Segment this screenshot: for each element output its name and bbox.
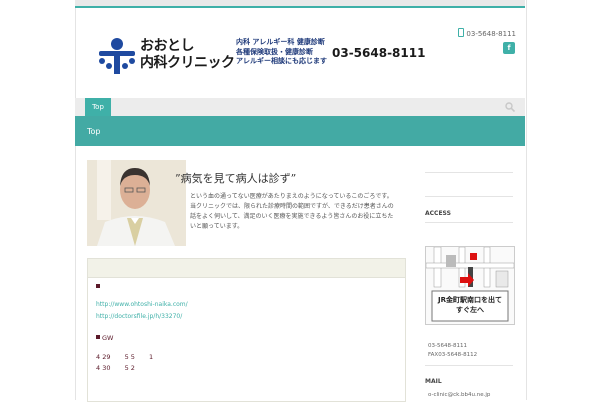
clinic-name-line2: 内科クリニック bbox=[140, 55, 235, 71]
sidebar-divider bbox=[425, 172, 513, 173]
gw-cell: 4 29 bbox=[96, 353, 111, 361]
doctorsfile-link[interactable]: http://doctorsfile.jp/h/33270/ bbox=[96, 313, 182, 320]
phone-icon bbox=[458, 28, 465, 37]
facebook-icon[interactable]: f bbox=[503, 42, 515, 54]
services-list: 内科 アレルギー科 健康診断 各種保険取扱・健康診断 アレルギー相談にも応じます bbox=[236, 38, 327, 67]
hero-section: ”病気を見て病人は診ず” という血の通ってない医療があたりまえのようになっている… bbox=[87, 160, 402, 246]
sidebar-phone: 03-5648-8111 bbox=[428, 343, 467, 349]
search-icon[interactable] bbox=[505, 102, 515, 112]
gw-cell: 5 5 bbox=[124, 353, 135, 361]
clinic-logo-icon[interactable] bbox=[97, 36, 137, 76]
website-link[interactable]: http://www.ohtoshi-naika.com/ bbox=[96, 301, 188, 308]
service-line: 内科 アレルギー科 健康診断 bbox=[236, 38, 325, 46]
top-phone[interactable]: 03-5648-8111 bbox=[458, 28, 516, 38]
gw-label: GW bbox=[102, 334, 114, 342]
sidebar-mail[interactable]: o-clinic@ck.bb4u.ne.jp bbox=[428, 392, 490, 398]
page-title-banner: Top bbox=[75, 116, 525, 146]
sidebar-divider bbox=[425, 196, 513, 197]
service-line: アレルギー相談にも応じます bbox=[236, 57, 327, 65]
bullet-icon bbox=[96, 283, 102, 291]
access-map[interactable]: JR金町駅南口を出てすぐ左へ bbox=[425, 246, 515, 325]
clinic-name[interactable]: おおとし 内科クリニック bbox=[140, 38, 235, 72]
news-box: http://www.ohtoshi-naika.com/ http://doc… bbox=[87, 258, 406, 402]
access-heading: ACCESS bbox=[425, 210, 451, 217]
bullet-icon bbox=[96, 335, 100, 339]
gw-row-2: 4 30 5 2 bbox=[96, 364, 135, 372]
nav-item-top[interactable]: Top bbox=[85, 98, 111, 116]
gw-cell: 1 bbox=[148, 353, 154, 361]
sidebar-divider bbox=[425, 222, 513, 223]
top-phone-number: 03-5648-8111 bbox=[466, 30, 516, 38]
hero-intro: という血の通ってない医療があたりまえのようになっているこのごろです。当クリニック… bbox=[190, 193, 394, 230]
main-nav: Top bbox=[75, 98, 525, 116]
gw-row-1: 4 29 5 5 1 bbox=[96, 353, 153, 361]
top-accent-bar bbox=[75, 0, 525, 8]
header-phone-number: 03-5648-8111 bbox=[332, 46, 426, 60]
gw-cell: 4 30 bbox=[96, 364, 111, 372]
clinic-name-line1: おおとし bbox=[140, 38, 194, 54]
mail-heading: MAIL bbox=[425, 378, 442, 385]
sidebar-divider bbox=[425, 365, 513, 366]
news-box-header bbox=[88, 259, 405, 278]
doctor-photo bbox=[87, 160, 186, 246]
hero-quote: ”病気を見て病人は診ず” bbox=[175, 172, 297, 185]
map-sign: JR金町駅南口を出てすぐ左へ bbox=[438, 296, 502, 314]
service-line: 各種保険取扱・健康診断 bbox=[236, 47, 313, 56]
gw-cell: 5 2 bbox=[124, 364, 135, 372]
gw-heading: GW bbox=[96, 334, 113, 342]
page-title: Top bbox=[87, 127, 101, 136]
doctor-portrait-icon bbox=[87, 160, 186, 246]
sidebar-fax: FAX03-5648-8112 bbox=[428, 352, 478, 358]
